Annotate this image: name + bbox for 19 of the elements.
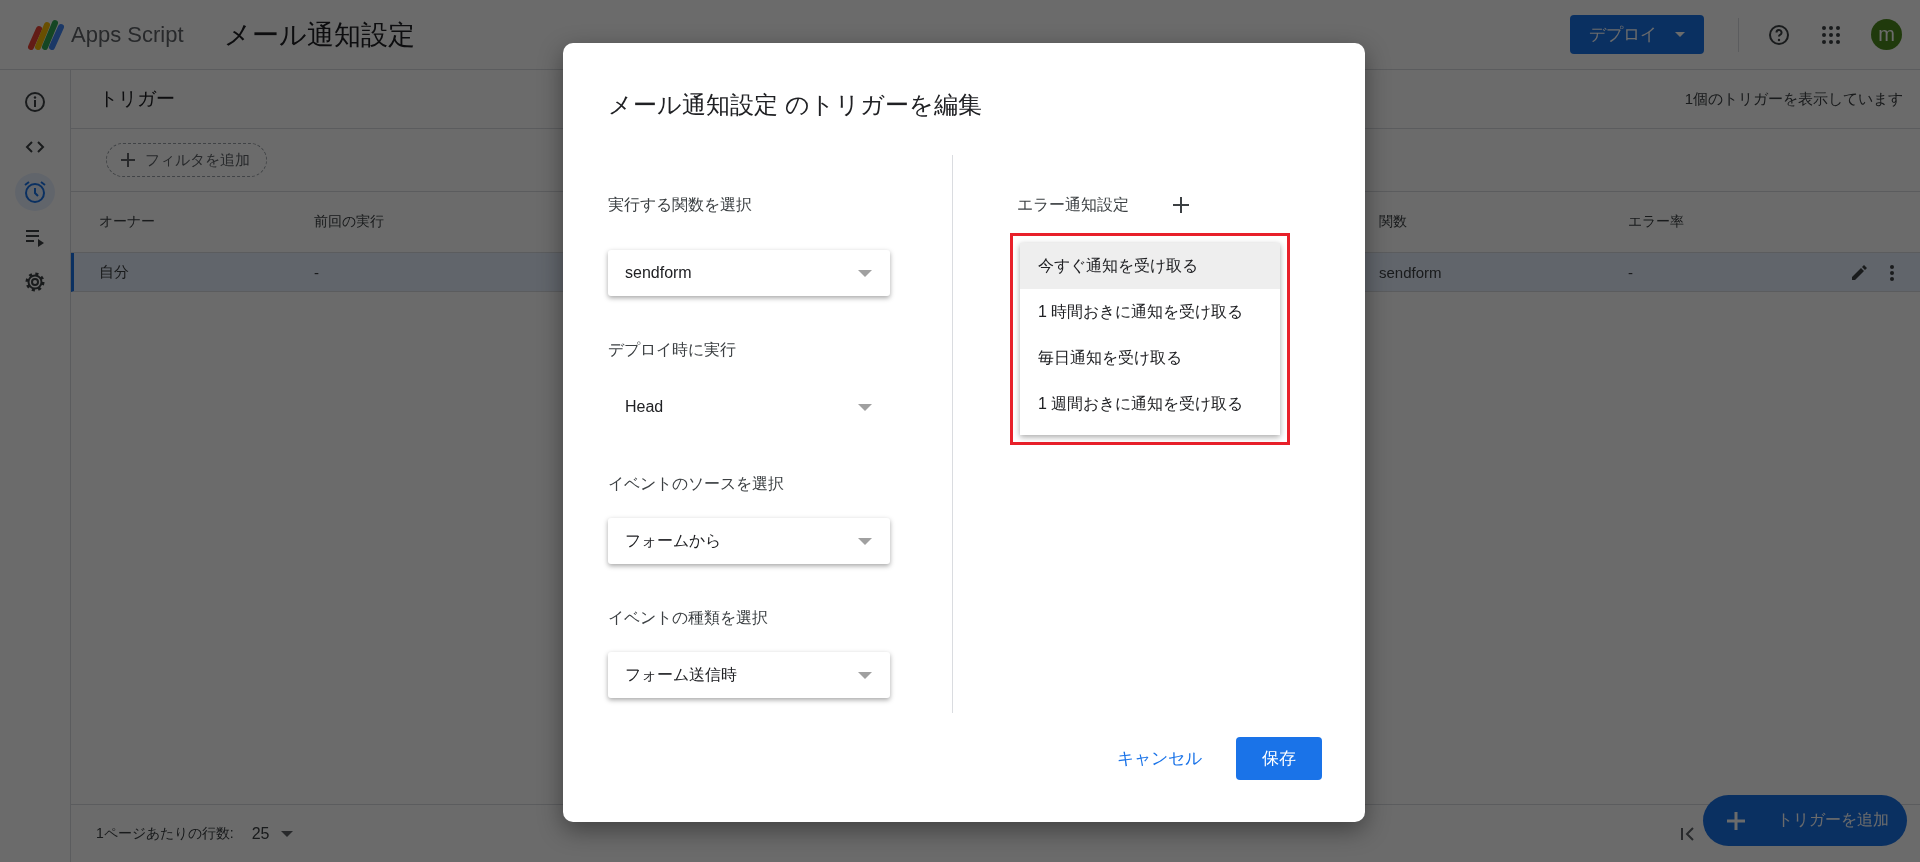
dialog-title: メール通知設定 のトリガーを編集 bbox=[608, 90, 983, 120]
field-label: イベントのソースを選択 bbox=[608, 474, 785, 494]
app-name: Apps Script bbox=[71, 21, 184, 48]
column-header: 関数 bbox=[1379, 213, 1407, 231]
trigger-count: 1個のトリガーを表示しています bbox=[1684, 89, 1903, 109]
field-label: イベントの種類を選択 bbox=[608, 608, 769, 628]
column-header: オーナー bbox=[99, 213, 155, 231]
table-cell: sendform bbox=[1379, 263, 1442, 281]
field-label: デプロイ時に実行 bbox=[608, 340, 737, 360]
field-label: エラー通知設定 bbox=[1017, 194, 1129, 215]
project-title: メール通知設定 bbox=[223, 18, 415, 52]
field-label: 実行する関数を選択 bbox=[608, 195, 753, 215]
table-cell: - bbox=[1628, 263, 1633, 281]
table-cell: - bbox=[314, 263, 319, 281]
column-header: エラー率 bbox=[1628, 213, 1684, 231]
rows-per-page-label: 1ページあたりの行数: bbox=[96, 824, 234, 843]
page-title: トリガー bbox=[99, 87, 175, 111]
table-cell: 自分 bbox=[99, 262, 129, 282]
column-header: 前回の実行 bbox=[314, 213, 384, 231]
